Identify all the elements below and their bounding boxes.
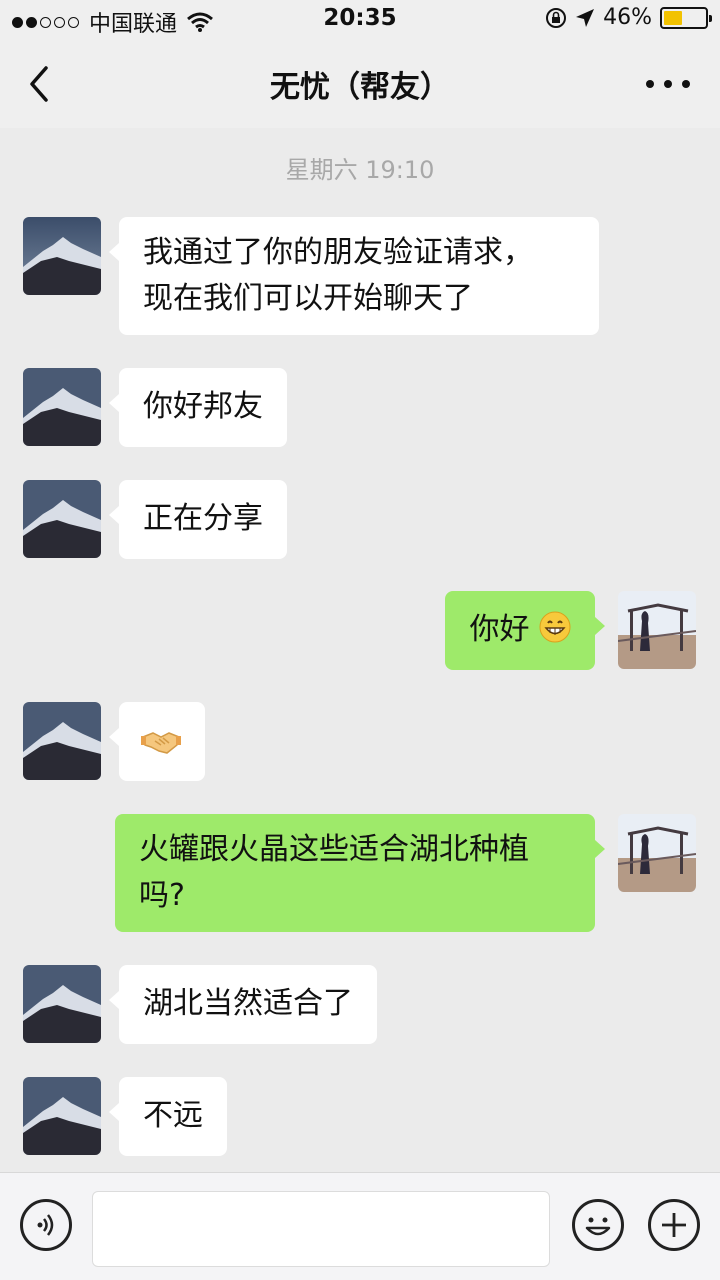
- orientation-lock-icon: [546, 7, 567, 28]
- input-bar: [0, 1172, 720, 1280]
- message-bubble-incoming[interactable]: 不远: [109, 1077, 227, 1156]
- battery-icon: [660, 6, 712, 29]
- handshake-emoji: [141, 732, 181, 754]
- my-avatar[interactable]: [618, 591, 696, 669]
- grinning-face-emoji: [539, 611, 571, 643]
- contact-avatar[interactable]: [23, 368, 101, 446]
- message-bubble-outgoing[interactable]: 火罐跟火晶这些适合湖北种植 吗?: [115, 814, 605, 932]
- emoji-icon: [585, 1217, 611, 1236]
- message-text: 你好邦友: [143, 389, 263, 424]
- message-text: 我通过了你的朋友验证请求，: [143, 235, 533, 270]
- more-dots-icon[interactable]: [646, 64, 690, 104]
- battery-percent: 46%: [603, 5, 652, 30]
- message-text: 湖北当然适合了: [143, 986, 353, 1021]
- message-bubble-outgoing[interactable]: 你好: [445, 591, 605, 670]
- message-text: 火罐跟火晶这些适合湖北种植: [139, 832, 529, 867]
- more-functions-button[interactable]: [648, 1199, 700, 1251]
- message-input[interactable]: [92, 1191, 550, 1267]
- message-text: 吗?: [139, 878, 185, 913]
- message-bubble-incoming[interactable]: 我通过了你的朋友验证请求， 现在我们可以开始聊天了: [109, 217, 599, 335]
- voice-icon: [37, 1214, 54, 1236]
- message-text: 正在分享: [143, 501, 263, 536]
- contact-avatar[interactable]: [23, 965, 101, 1043]
- message-bubble-incoming[interactable]: 正在分享: [109, 480, 287, 559]
- location-arrow-icon: [576, 8, 595, 27]
- message-bubble-incoming[interactable]: 你好邦友: [109, 368, 287, 447]
- contact-avatar[interactable]: [23, 1077, 101, 1155]
- status-right: 46%: [545, 5, 712, 30]
- message-text: 不远: [143, 1098, 203, 1133]
- plus-icon: [662, 1213, 686, 1237]
- my-avatar[interactable]: [618, 814, 696, 892]
- contact-avatar[interactable]: [23, 702, 101, 780]
- contact-avatar[interactable]: [23, 217, 101, 295]
- nav-bar: 无忧（帮友）: [0, 40, 720, 128]
- chat-title: 无忧（帮友）: [270, 70, 450, 105]
- message-bubble-incoming[interactable]: 湖北当然适合了: [109, 965, 377, 1044]
- contact-avatar[interactable]: [23, 480, 101, 558]
- message-text: 你好: [469, 612, 530, 647]
- emoji-button[interactable]: [572, 1199, 624, 1251]
- voice-button[interactable]: [20, 1199, 72, 1251]
- status-bar: 中国联通 20:35 46%: [0, 0, 720, 40]
- message-timestamp: 星期六 19:10: [285, 156, 435, 184]
- message-bubble-incoming[interactable]: [109, 702, 205, 781]
- message-text: 现在我们可以开始聊天了: [143, 281, 473, 316]
